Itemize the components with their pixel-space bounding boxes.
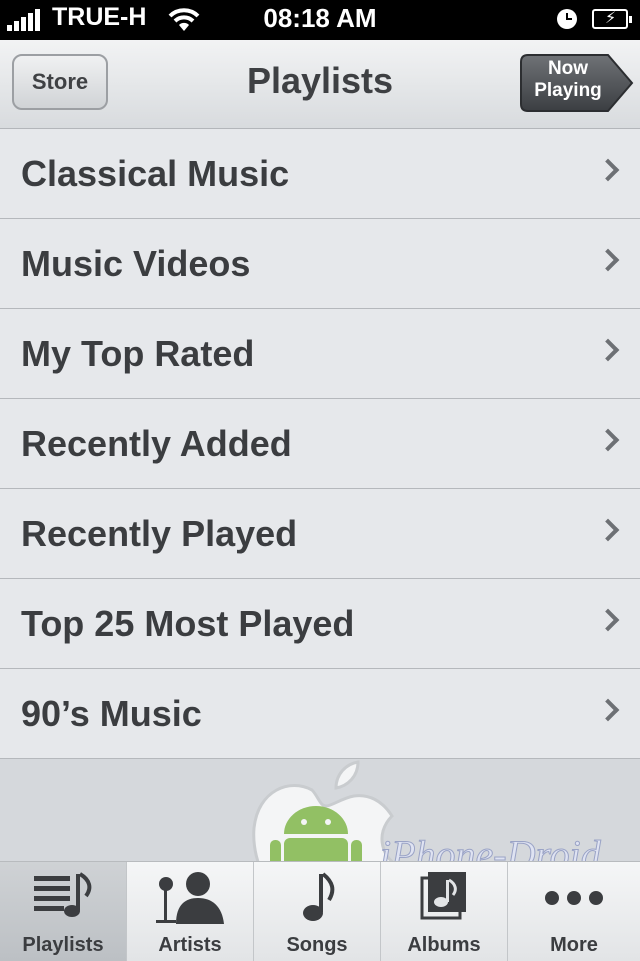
playlist-label: Classical Music (21, 153, 290, 194)
chevron-right-icon (596, 698, 620, 722)
playlist-row[interactable]: Recently Played (0, 489, 640, 579)
playlist-row[interactable]: Classical Music (0, 129, 640, 219)
playlists-icon (34, 872, 92, 917)
now-playing-line2: Playing (534, 80, 602, 101)
navigation-bar: Store Playlists Now Playing (0, 40, 640, 129)
more-icon (545, 891, 603, 905)
tab-label: Albums (407, 934, 481, 956)
chevron-right-icon (596, 518, 620, 542)
albums-icon (420, 872, 466, 920)
playlist-row[interactable]: Top 25 Most Played (0, 579, 640, 669)
playlist-row[interactable]: 90’s Music (0, 669, 640, 759)
chevron-right-icon (596, 158, 620, 182)
chevron-right-icon (596, 338, 620, 362)
tab-label: Artists (158, 934, 222, 956)
chevron-right-icon (596, 608, 620, 632)
tab-artists[interactable]: Artists (127, 862, 254, 961)
tab-bar: Playlists Artists Songs Albums More (0, 861, 640, 961)
now-playing-line1: Now (547, 58, 589, 79)
tab-label: Songs (286, 934, 348, 956)
playlist-label: My Top Rated (21, 333, 255, 374)
playlist-row[interactable]: My Top Rated (0, 309, 640, 399)
chevron-right-icon (596, 428, 620, 452)
playlist-list: Classical Music Music Videos My Top Rate… (0, 129, 640, 759)
artists-icon (156, 872, 224, 924)
playlist-label: Recently Played (21, 513, 298, 554)
alarm-clock-icon (557, 9, 577, 29)
playlist-label: Recently Added (21, 423, 292, 464)
status-bar: TRUE-H 08:18 AM ⚡ (0, 0, 640, 40)
playlist-label: 90’s Music (21, 693, 202, 734)
songs-icon (303, 872, 335, 921)
chevron-right-icon (596, 248, 620, 272)
playlist-label: Music Videos (21, 243, 251, 284)
tab-playlists[interactable]: Playlists (0, 862, 127, 961)
tab-label: Playlists (22, 934, 104, 956)
tab-albums[interactable]: Albums (381, 862, 508, 961)
playlist-row[interactable]: Recently Added (0, 399, 640, 489)
tab-songs[interactable]: Songs (254, 862, 381, 961)
status-time: 08:18 AM (263, 3, 377, 33)
battery-icon: ⚡ (592, 9, 632, 29)
tab-label: More (550, 934, 598, 956)
tab-more[interactable]: More (508, 862, 640, 961)
playlist-row[interactable]: Music Videos (0, 219, 640, 309)
playlist-label: Top 25 Most Played (21, 603, 355, 644)
now-playing-button[interactable]: Now Playing (520, 54, 634, 112)
